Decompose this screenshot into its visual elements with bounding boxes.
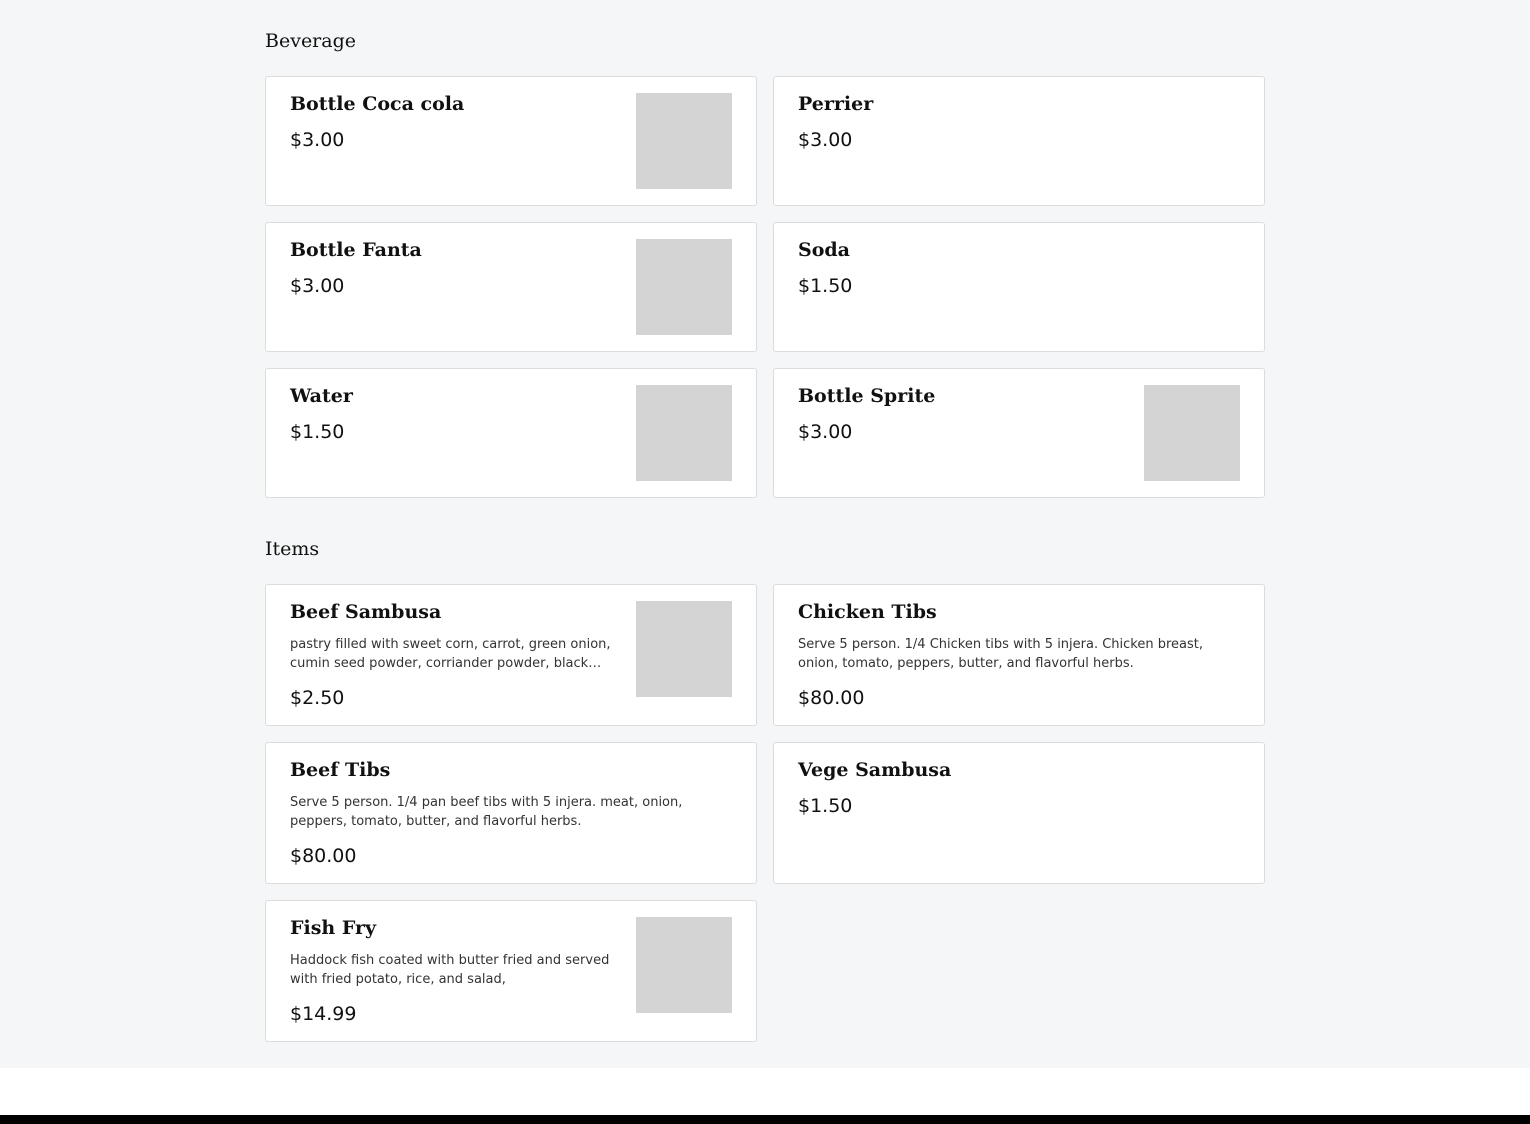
menu-item-image [636, 917, 732, 1013]
menu-item-name: Perrier [798, 93, 874, 115]
menu-item-price: $80.00 [798, 687, 865, 709]
menu-item-name: Bottle Sprite [798, 385, 936, 407]
menu-item-price: $3.00 [290, 275, 345, 297]
menu-item-name: Beef Tibs [290, 759, 391, 781]
menu-item-name: Bottle Coca cola [290, 93, 465, 115]
menu-item-price: $3.00 [290, 129, 345, 151]
menu-item-price: $80.00 [290, 845, 357, 867]
menu-item-image [1144, 385, 1240, 481]
menu-item-price: $14.99 [290, 1003, 357, 1025]
footer-bar [0, 1115, 1530, 1124]
menu-item-card[interactable]: Beef Tibs Serve 5 person. 1/4 pan beef t… [265, 742, 757, 884]
menu-item-card[interactable]: Fish Fry Haddock fish coated with butter… [265, 900, 757, 1042]
menu-item-name: Chicken Tibs [798, 601, 937, 623]
menu-area: Beverage Bottle Coca cola $3.00 Perrier … [0, 0, 1530, 1068]
menu-item-image [636, 93, 732, 189]
beverage-grid: Bottle Coca cola $3.00 Perrier $3.00 Bot… [265, 76, 1265, 498]
menu-item-image [636, 601, 732, 697]
menu-item-card[interactable]: Vege Sambusa $1.50 [773, 742, 1265, 884]
menu-item-price: $1.50 [798, 795, 853, 817]
menu-item-name: Beef Sambusa [290, 601, 442, 623]
menu-item-name: Water [290, 385, 353, 407]
menu-item-card[interactable]: Bottle Coca cola $3.00 [265, 76, 757, 206]
menu-item-name: Vege Sambusa [798, 759, 952, 781]
menu-item-image [636, 239, 732, 335]
menu-item-card[interactable]: Beef Sambusa pastry filled with sweet co… [265, 584, 757, 726]
menu-item-description: Serve 5 person. 1/4 pan beef tibs with 5… [290, 795, 683, 829]
menu-item-price: $1.50 [290, 421, 345, 443]
section-title-items: Items [265, 538, 320, 560]
menu-item-card[interactable]: Bottle Sprite $3.00 [773, 368, 1265, 498]
menu-item-description: Serve 5 person. 1/4 Chicken tibs with 5 … [798, 637, 1204, 671]
menu-item-image [636, 385, 732, 481]
menu-item-card[interactable]: Chicken Tibs Serve 5 person. 1/4 Chicken… [773, 584, 1265, 726]
section-title-beverage: Beverage [265, 30, 357, 52]
items-grid: Beef Sambusa pastry filled with sweet co… [265, 584, 1265, 1042]
menu-item-card[interactable]: Water $1.50 [265, 368, 757, 498]
menu-item-name: Fish Fry [290, 917, 377, 939]
menu-item-description: Haddock fish coated with butter fried an… [290, 953, 610, 987]
menu-item-card[interactable]: Soda $1.50 [773, 222, 1265, 352]
menu-item-card[interactable]: Bottle Fanta $3.00 [265, 222, 757, 352]
menu-item-price: $3.00 [798, 421, 853, 443]
menu-item-name: Soda [798, 239, 850, 261]
menu-item-price: $1.50 [798, 275, 853, 297]
menu-item-card[interactable]: Perrier $3.00 [773, 76, 1265, 206]
menu-item-name: Bottle Fanta [290, 239, 422, 261]
menu-item-price: $2.50 [290, 687, 345, 709]
menu-item-price: $3.00 [798, 129, 853, 151]
menu-item-description: pastry filled with sweet corn, carrot, g… [290, 637, 611, 671]
